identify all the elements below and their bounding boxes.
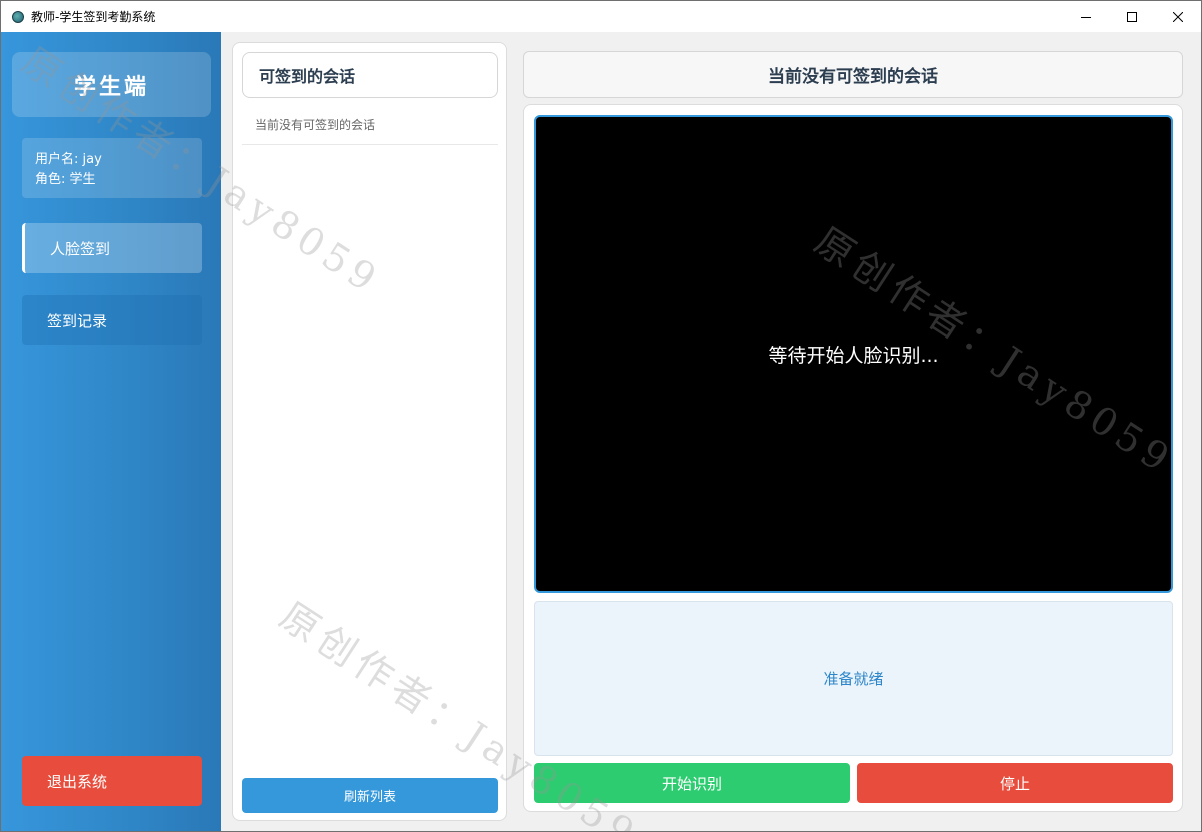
maximize-button[interactable] [1109, 1, 1155, 32]
refresh-list-button[interactable]: 刷新列表 [242, 778, 498, 813]
sessions-title: 可签到的会话 [242, 52, 498, 98]
title-bar: 教师-学生签到考勤系统 [1, 1, 1201, 32]
close-icon [1173, 11, 1183, 22]
user-info-card: 用户名: jay 角色: 学生 [22, 138, 202, 198]
status-box: 准备就绪 [534, 601, 1173, 756]
app-window: 教师-学生签到考勤系统 学生端 用户名: jay 角色: 学生 人脸签到 签到记… [0, 0, 1202, 832]
close-button[interactable] [1155, 1, 1201, 32]
list-item[interactable]: 当前没有可签到的会话 [242, 105, 498, 145]
sidebar: 学生端 用户名: jay 角色: 学生 人脸签到 签到记录 退出系统 [1, 32, 221, 831]
username-label: 用户名: jay [35, 152, 102, 167]
start-recognition-button[interactable]: 开始识别 [534, 763, 850, 803]
brand-title: 学生端 [12, 52, 211, 117]
minimize-icon [1081, 16, 1091, 18]
current-session-header: 当前没有可签到的会话 [523, 51, 1183, 98]
camera-view: 等待开始人脸识别... [534, 115, 1173, 593]
app-icon [12, 10, 24, 23]
maximize-icon [1127, 11, 1137, 22]
logout-button[interactable]: 退出系统 [22, 756, 202, 806]
sessions-panel: 可签到的会话 当前没有可签到的会话 刷新列表 [232, 42, 507, 821]
camera-status-text: 等待开始人脸识别... [768, 344, 939, 367]
stop-button[interactable]: 停止 [857, 763, 1173, 803]
window-controls [1063, 1, 1201, 32]
nav-face-checkin[interactable]: 人脸签到 [22, 223, 202, 273]
window-title: 教师-学生签到考勤系统 [31, 10, 156, 24]
status-text: 准备就绪 [823, 670, 884, 688]
role-label: 角色: 学生 [35, 172, 96, 187]
nav-checkin-records[interactable]: 签到记录 [22, 295, 202, 345]
checkin-panel: 等待开始人脸识别... 准备就绪 开始识别 停止 [523, 104, 1183, 812]
minimize-button[interactable] [1063, 1, 1109, 32]
